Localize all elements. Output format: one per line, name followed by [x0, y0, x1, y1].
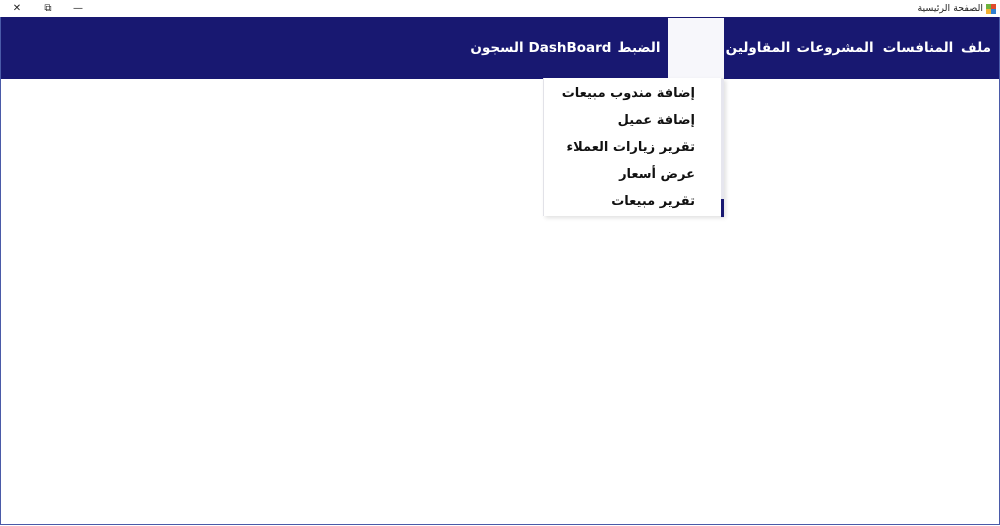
menu-prisons[interactable]: السجون: [470, 17, 523, 79]
menu-contractors[interactable]: المقاولين: [726, 17, 791, 79]
restore-icon[interactable]: ⧉: [33, 0, 63, 17]
sales-dropdown-menu: إضافة مندوب مبيعات إضافة عميل تقرير زيار…: [543, 78, 724, 216]
window-title-area: الصفحة الرئيسية: [917, 1, 996, 16]
dropdown-item-customer-visits-report[interactable]: تقرير زيارات العملاء: [566, 135, 695, 159]
dropdown-item-sales-report[interactable]: تقرير مبيعات: [611, 189, 695, 213]
dropdown-item-add-sales-rep[interactable]: إضافة مندوب مبيعات: [562, 81, 695, 105]
minimize-icon[interactable]: —: [63, 0, 93, 17]
dropdown-item-add-customer[interactable]: إضافة عميل: [618, 108, 695, 132]
menu-bar: ملف المنافسات المشروعات المقاولين الضبط …: [1, 17, 999, 81]
app-window: ✕ ⧉ — الصفحة الرئيسية ملف المنافسات المش…: [0, 0, 1000, 526]
menu-dashboard[interactable]: DashBoard: [529, 17, 612, 79]
menu-sales-open[interactable]: [668, 18, 724, 81]
title-bar: ✕ ⧉ — الصفحة الرئيسية: [0, 0, 1000, 17]
content-area: [0, 17, 1000, 525]
dropdown-item-price-quote[interactable]: عرض أسعار: [619, 162, 695, 186]
dropdown-edge: [721, 78, 724, 218]
dropdown-edge-shadow: [721, 199, 724, 217]
close-icon[interactable]: ✕: [2, 0, 32, 17]
menu-file[interactable]: ملف: [956, 17, 996, 79]
app-icon: [986, 3, 996, 14]
menu-tenders[interactable]: المنافسات: [883, 17, 954, 79]
window-title: الصفحة الرئيسية: [917, 3, 983, 14]
menu-projects[interactable]: المشروعات: [796, 17, 873, 79]
menu-control[interactable]: الضبط: [618, 17, 661, 79]
